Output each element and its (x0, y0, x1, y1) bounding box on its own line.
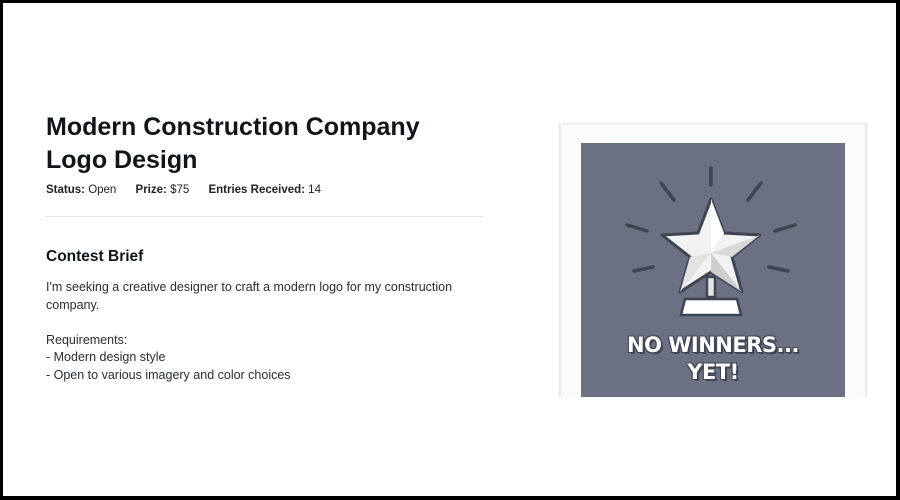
entries-info: Entries Received: 14 (208, 184, 321, 196)
requirement-item: - Open to various imagery and color choi… (46, 367, 291, 382)
divider (46, 216, 483, 217)
contest-title: Modern Construction Company Logo Design (46, 113, 420, 174)
entries-label: Entries Received: (208, 184, 305, 196)
yet-text: YET! (687, 360, 739, 384)
page-frame: Modern Construction Company Logo Design … (3, 3, 896, 496)
status-info: Status: Open (46, 184, 116, 196)
prize-info: Prize: $75 (136, 184, 190, 196)
no-winners-text: NO WINNERS... (627, 333, 799, 357)
contest-meta: Status: Open Prize: $75 Entries Received… (46, 184, 337, 196)
trophy-star-icon (625, 166, 797, 317)
winner-card: NO WINNERS... YET! (559, 123, 867, 397)
brief-intro: I'm seeking a creative designer to craft… (46, 280, 453, 312)
brief-body: I'm seeking a creative designer to craft… (46, 279, 476, 384)
no-winners-badge: NO WINNERS... YET! (581, 143, 845, 397)
entries-value: 14 (308, 184, 321, 196)
prize-label: Prize: (135, 184, 167, 196)
prize-value: $75 (170, 184, 190, 196)
requirement-item: - Modern design style (46, 350, 166, 364)
requirements-heading: Requirements: (46, 332, 128, 347)
brief-heading: Contest Brief (46, 248, 144, 265)
status-label: Status: (46, 184, 85, 196)
status-value: Open (88, 184, 117, 196)
